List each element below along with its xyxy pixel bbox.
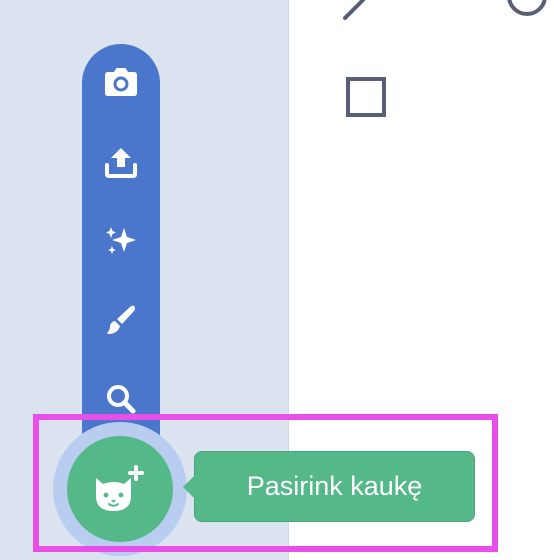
choose-costume-button[interactable] [67,436,173,542]
circle-tool-icon[interactable] [501,0,554,20]
camera-icon [105,68,137,96]
rectangle-tool-icon[interactable] [345,76,389,120]
choose-costume-tooltip: Pasirink kaukę [183,451,475,522]
paint-brush-icon [107,305,135,334]
cat-add-icon [96,465,144,511]
upload-button[interactable] [82,132,160,192]
upload-icon [105,148,137,178]
surprise-sparkle-icon [106,227,136,254]
search-icon [107,385,136,414]
sprite-menu-stack [82,44,160,484]
line-tool-icon[interactable] [341,0,371,22]
paint-camera-button[interactable] [82,52,160,112]
surprise-button[interactable] [82,211,160,271]
search-button[interactable] [82,370,160,430]
paint-button[interactable] [82,290,160,350]
tooltip-label: Pasirink kaukę [246,471,423,501]
